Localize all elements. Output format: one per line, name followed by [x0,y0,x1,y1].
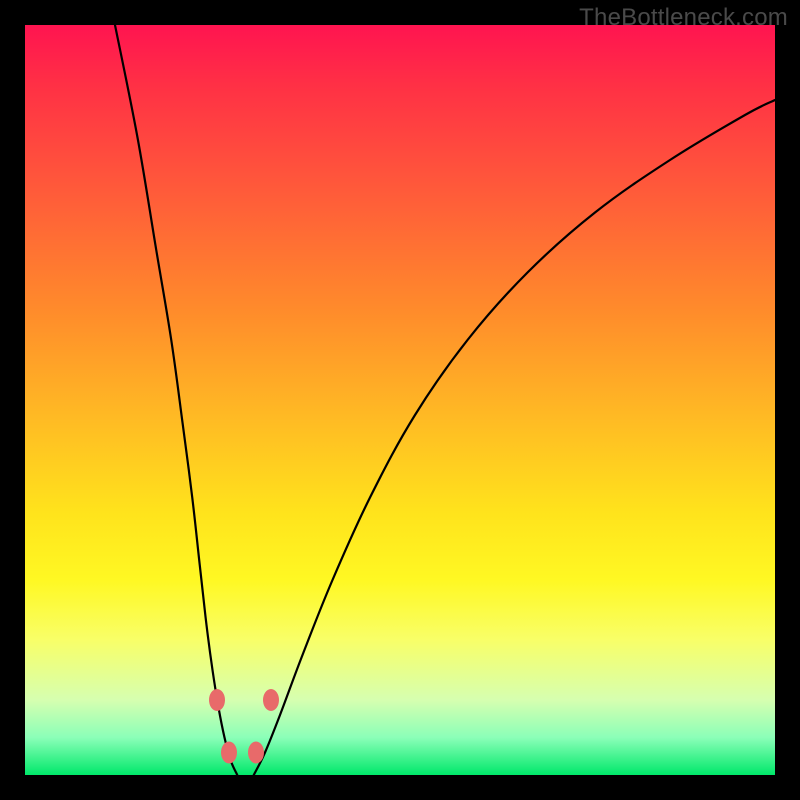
plot-svg [25,25,775,775]
left-upper-dot [209,689,225,711]
marker-dots-group [209,689,279,764]
curve-left-branch [115,25,237,775]
chart-frame: TheBottleneck.com [0,0,800,800]
watermark-text: TheBottleneck.com [579,4,788,32]
right-upper-dot [263,689,279,711]
plot-area [25,25,775,775]
curve-right-branch [254,100,775,775]
left-lower-dot [221,742,237,764]
right-lower-dot [248,742,264,764]
